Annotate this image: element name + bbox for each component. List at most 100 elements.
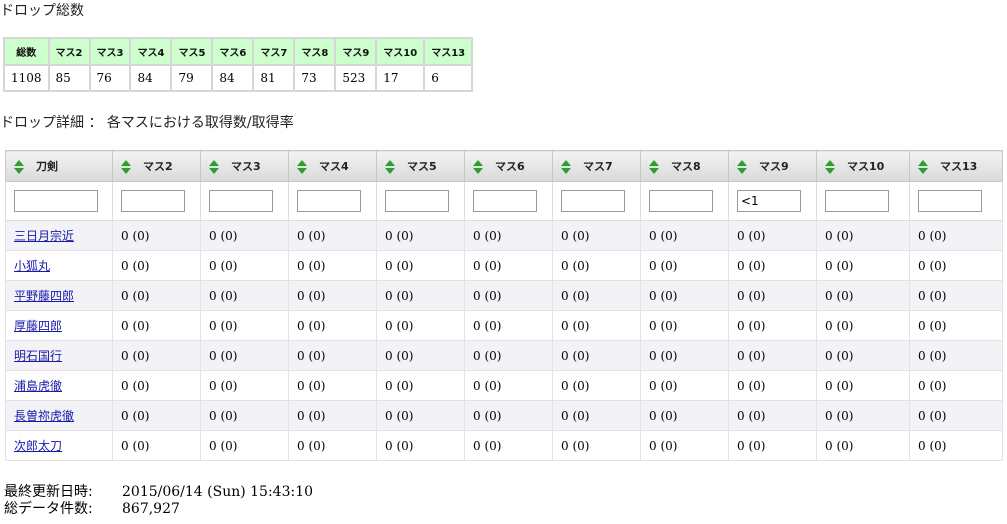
total-header-cell: マス3: [88, 37, 132, 66]
sort-up-down-icon[interactable]: [473, 160, 483, 174]
column-header[interactable]: マス7: [552, 150, 641, 182]
drop-total-table: 総数 マス2 マス3 マス4 マス5 マス6 マス7 マス8 マス9 マス10 マス13 1108 8…: [3, 37, 474, 92]
column-header[interactable]: マス6: [464, 150, 553, 182]
filter-input[interactable]: [473, 190, 537, 212]
drop-rate-cell: 0 (0): [552, 370, 641, 401]
drop-rate-cell: 0 (0): [640, 400, 729, 431]
drop-rate-cell: 0 (0): [816, 430, 910, 461]
drop-rate-cell: 0 (0): [640, 280, 729, 311]
drop-rate-cell: 0 (0): [200, 370, 289, 401]
drop-rate-cell: 0 (0): [288, 370, 377, 401]
sword-name-link[interactable]: 平野藤四郎: [14, 289, 74, 303]
filter-cell: [464, 181, 553, 221]
filter-input[interactable]: [737, 190, 801, 212]
drop-total-title: ドロップ総数: [0, 3, 84, 19]
sort-up-down-icon[interactable]: [737, 160, 747, 174]
filter-cell: [816, 181, 910, 221]
column-header[interactable]: マス9: [728, 150, 817, 182]
sort-up-down-icon[interactable]: [649, 160, 659, 174]
drop-rate-cell: 0 (0): [376, 250, 465, 281]
sword-name-link[interactable]: 長曽祢虎徹: [14, 409, 74, 423]
column-header[interactable]: マス10: [816, 150, 910, 182]
sword-name-cell: 三日月宗近: [5, 220, 113, 251]
filter-cell: [288, 181, 377, 221]
sword-name-link[interactable]: 次郎太刀: [14, 439, 62, 453]
table-row: 厚藤四郎 0 (0) 0 (0) 0 (0) 0 (0) 0 (0) 0 (0) 0 (0) 0…: [5, 310, 1003, 341]
sword-name-link[interactable]: 厚藤四郎: [14, 319, 62, 333]
sort-up-down-icon[interactable]: [297, 160, 307, 174]
column-header[interactable]: マス4: [288, 150, 377, 182]
column-header[interactable]: 刀剣: [5, 150, 113, 182]
filter-input[interactable]: [825, 190, 889, 212]
filter-cell: [909, 181, 1003, 221]
filter-input[interactable]: [14, 190, 98, 212]
filter-row: [5, 181, 1003, 221]
drop-detail-title: ドロップ詳細 ： 各マスにおける取得数/取得率: [0, 115, 294, 131]
drop-rate-cell: 0 (0): [112, 400, 201, 431]
sword-name-link[interactable]: 三日月宗近: [14, 229, 74, 243]
column-header[interactable]: マス3: [200, 150, 289, 182]
sword-name-link[interactable]: 浦島虎徹: [14, 379, 62, 393]
drop-rate-cell: 0 (0): [112, 430, 201, 461]
drop-rate-cell: 0 (0): [640, 340, 729, 371]
drop-rate-cell: 0 (0): [552, 250, 641, 281]
sort-up-down-icon[interactable]: [209, 160, 219, 174]
column-header[interactable]: マス8: [640, 150, 729, 182]
drop-rate-cell: 0 (0): [288, 310, 377, 341]
sword-name-link[interactable]: 明石国行: [14, 349, 62, 363]
drop-rate-cell: 0 (0): [552, 340, 641, 371]
drop-rate-cell: 0 (0): [909, 280, 1003, 311]
sword-name-link[interactable]: 小狐丸: [14, 259, 50, 273]
column-header-label: マス9: [759, 160, 789, 173]
sort-up-down-icon[interactable]: [561, 160, 571, 174]
sort-up-down-icon[interactable]: [825, 160, 835, 174]
total-header-cell: マス8: [293, 37, 337, 66]
drop-rate-cell: 0 (0): [909, 340, 1003, 371]
sword-name-cell: 次郎太刀: [5, 430, 113, 461]
column-header[interactable]: マス5: [376, 150, 465, 182]
total-header-cell: マス7: [252, 37, 296, 66]
drop-rate-cell: 0 (0): [816, 250, 910, 281]
filter-input[interactable]: [918, 190, 982, 212]
filter-cell: [640, 181, 729, 221]
drop-rate-cell: 0 (0): [552, 430, 641, 461]
drop-rate-cell: 0 (0): [552, 400, 641, 431]
drop-rate-cell: 0 (0): [112, 220, 201, 251]
sort-up-down-icon[interactable]: [121, 160, 131, 174]
drop-rate-cell: 0 (0): [376, 340, 465, 371]
drop-rate-cell: 0 (0): [640, 220, 729, 251]
column-header[interactable]: マス2: [112, 150, 201, 182]
total-count-label: 総データ件数:: [4, 501, 93, 517]
total-value-cell: 79: [170, 64, 214, 92]
drop-rate-cell: 0 (0): [464, 400, 553, 431]
total-header-cell: マス2: [47, 37, 91, 66]
table-header-row: 刀剣 マス2 マス3 マス4 マス5 マス6 マス7 マス8 マス9 マス10 マス13: [5, 150, 1003, 182]
filter-input[interactable]: [385, 190, 449, 212]
drop-rate-cell: 0 (0): [909, 220, 1003, 251]
table-row: 次郎太刀 0 (0) 0 (0) 0 (0) 0 (0) 0 (0) 0 (0) 0 (0) 0…: [5, 430, 1003, 461]
sort-up-down-icon[interactable]: [918, 160, 928, 174]
sort-up-down-icon[interactable]: [385, 160, 395, 174]
footer-info: 最終更新日時: 2015/06/14 (Sun) 15:43:10 総データ件数:…: [4, 484, 313, 518]
drop-rate-cell: 0 (0): [552, 310, 641, 341]
filter-input[interactable]: [649, 190, 713, 212]
filter-input[interactable]: [297, 190, 361, 212]
sort-up-down-icon[interactable]: [14, 160, 24, 174]
filter-input[interactable]: [209, 190, 273, 212]
column-header-label: マス13: [940, 160, 978, 173]
total-value-cell: 73: [293, 64, 337, 92]
table-row: 三日月宗近 0 (0) 0 (0) 0 (0) 0 (0) 0 (0) 0 (0) 0 (0)…: [5, 220, 1003, 251]
drop-rate-cell: 0 (0): [200, 220, 289, 251]
last-updated-label: 最終更新日時:: [4, 484, 93, 500]
drop-rate-cell: 0 (0): [376, 220, 465, 251]
drop-rate-cell: 0 (0): [464, 250, 553, 281]
drop-rate-cell: 0 (0): [288, 220, 377, 251]
last-updated-value: 2015/06/14 (Sun) 15:43:10: [122, 484, 314, 500]
drop-rate-cell: 0 (0): [376, 370, 465, 401]
table-row: 長曽祢虎徹 0 (0) 0 (0) 0 (0) 0 (0) 0 (0) 0 (0) 0 (0)…: [5, 400, 1003, 431]
filter-input[interactable]: [121, 190, 185, 212]
sword-name-cell: 平野藤四郎: [5, 280, 113, 311]
filter-input[interactable]: [561, 190, 625, 212]
drop-rate-cell: 0 (0): [728, 220, 817, 251]
column-header[interactable]: マス13: [909, 150, 1003, 182]
